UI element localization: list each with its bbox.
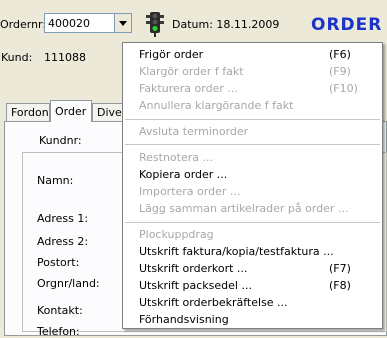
page-title: ORDER	[311, 15, 383, 35]
kundnr-label: Kundnr:	[39, 134, 82, 147]
ordernr-label: Ordernr:	[0, 18, 47, 31]
menu-item-plockuppdrag[interactable]: Plockuppdrag	[123, 226, 382, 243]
telefon-label: Telefon:	[37, 325, 80, 338]
menu-item-lagg-samman-artikelrader[interactable]: Lägg samman artikelrader på order ...	[123, 200, 382, 217]
context-menu: Frigör order (F6) Klargör order f fakt (…	[122, 42, 383, 329]
tab-dive[interactable]: Dive	[92, 103, 126, 121]
ordernr-value[interactable]: 400020	[48, 17, 90, 30]
traffic-light-icon	[143, 11, 167, 37]
chevron-down-icon[interactable]	[114, 14, 131, 32]
menu-item-restnotera[interactable]: Restnotera ...	[123, 149, 382, 166]
adress2-label: Adress 2:	[37, 235, 89, 248]
menu-item-frigor-order[interactable]: Frigör order (F6)	[123, 46, 382, 63]
orgnr-label: Orgnr/land:	[37, 277, 100, 290]
menu-item-kopiera-order[interactable]: Kopiera order ...	[123, 166, 382, 183]
menu-item-utskrift-packsedel[interactable]: Utskrift packsedel ... (F8)	[123, 277, 382, 294]
menu-item-utskrift-orderkort[interactable]: Utskrift orderkort ... (F7)	[123, 260, 382, 277]
menu-separator	[125, 222, 380, 223]
menu-item-forhandsvisning[interactable]: Förhandsvisning	[123, 311, 382, 328]
datum-label: Datum: 18.11.2009	[172, 18, 280, 31]
postort-label: Postort:	[37, 256, 80, 269]
adress1-label: Adress 1:	[37, 212, 89, 225]
menu-item-avsluta-terminorder[interactable]: Avsluta terminorder	[123, 123, 382, 140]
menu-item-annullera-klargorande[interactable]: Annullera klargörande f fakt	[123, 97, 382, 114]
menu-item-klargor-order[interactable]: Klargör order f fakt (F9)	[123, 63, 382, 80]
ordernr-combobox[interactable]: 400020	[44, 13, 132, 33]
kontakt-label: Kontakt:	[37, 304, 83, 317]
menu-separator	[125, 144, 380, 145]
menu-item-fakturera-order[interactable]: Fakturera order ... (F10)	[123, 80, 382, 97]
kund-label: Kund:	[1, 51, 33, 64]
namn-label: Namn:	[37, 174, 74, 187]
menu-item-importera-order[interactable]: Importera order ...	[123, 183, 382, 200]
tab-order[interactable]: Order	[50, 100, 92, 122]
menu-item-utskrift-orderbekraftelse[interactable]: Utskrift orderbekräftelse ...	[123, 294, 382, 311]
kund-value: 111088	[44, 51, 86, 64]
tab-fordon[interactable]: Fordon	[6, 103, 50, 121]
menu-item-utskrift-faktura[interactable]: Utskrift faktura/kopia/testfaktura ...	[123, 243, 382, 260]
menu-separator	[125, 119, 380, 120]
